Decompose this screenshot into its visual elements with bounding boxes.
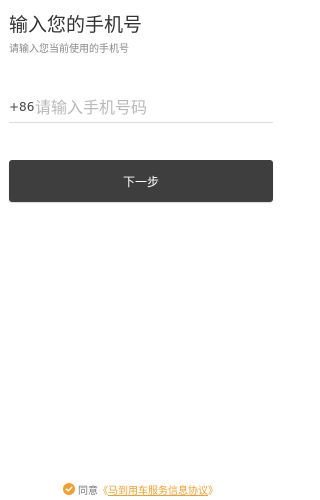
country-code[interactable]: +86 <box>9 100 35 114</box>
check-circle-icon[interactable] <box>63 483 75 495</box>
agreement-row: 同意 《马到用车服务信息协议》 <box>0 481 281 497</box>
agreement-link-close: 》 <box>208 485 218 497</box>
phone-input[interactable] <box>35 93 273 121</box>
agreement-link[interactable]: 《马到用车服务信息协议》 <box>98 482 218 497</box>
agreement-link-open: 《 <box>98 485 108 497</box>
agreement-prefix: 同意 <box>78 485 98 497</box>
next-button[interactable]: 下一步 <box>9 160 273 202</box>
page-subtitle: 请输入您当前使用的手机号 <box>9 44 129 55</box>
agreement-link-text: 马到用车服务信息协议 <box>108 485 208 497</box>
next-button-label: 下一步 <box>122 174 159 189</box>
phone-input-row: +86 <box>9 92 273 123</box>
page-title: 输入您的手机号 <box>9 14 143 36</box>
